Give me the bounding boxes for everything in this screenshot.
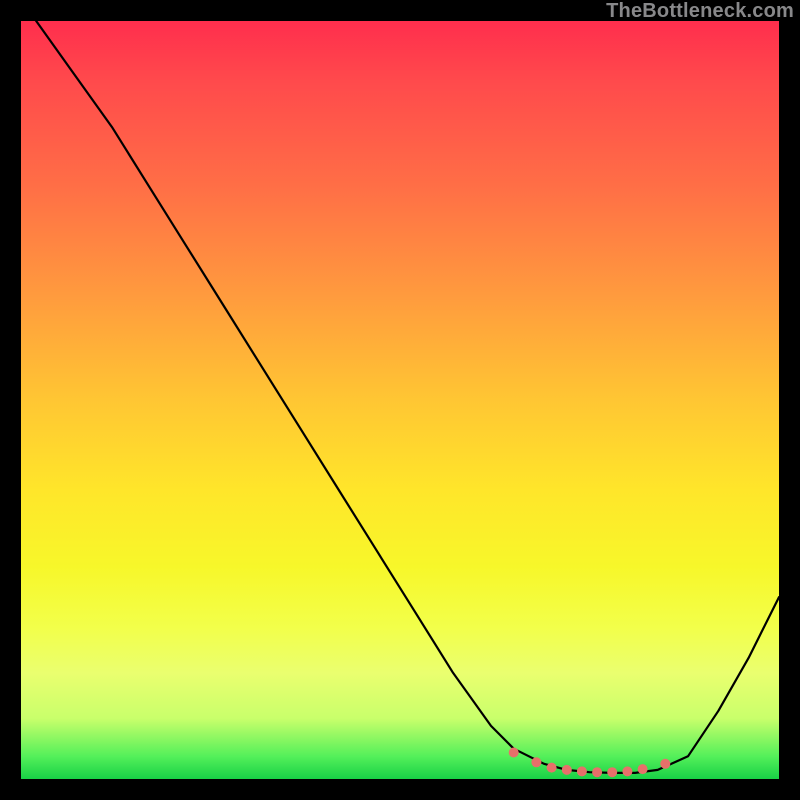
curve-line: [36, 21, 779, 773]
watermark-text: TheBottleneck.com: [606, 0, 794, 23]
chart-stage: TheBottleneck.com: [0, 0, 800, 800]
plot-area: [21, 21, 779, 779]
chart-svg: [21, 21, 779, 779]
